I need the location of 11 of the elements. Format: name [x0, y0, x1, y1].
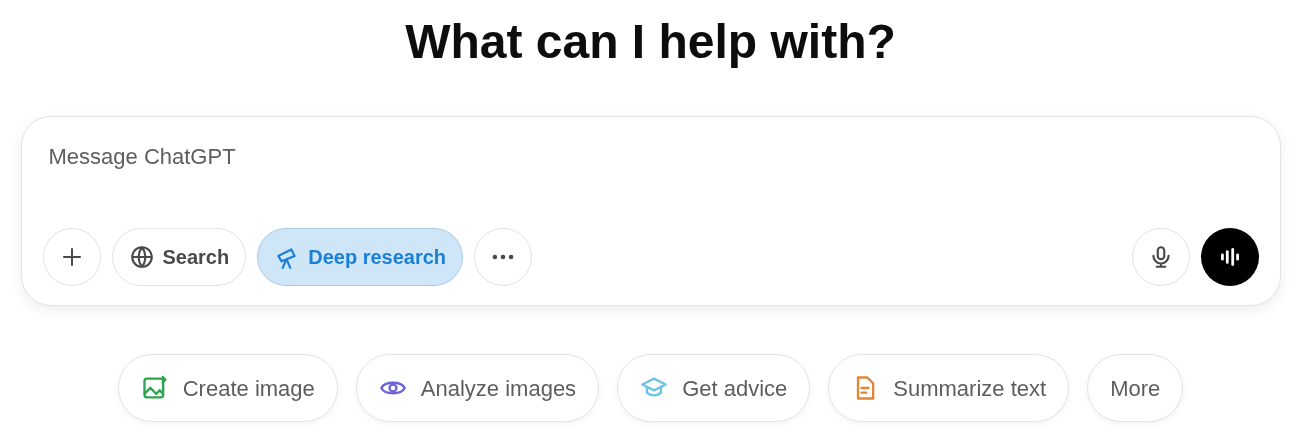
voice-mode-button[interactable] [1200, 228, 1259, 286]
globe-icon [128, 244, 155, 270]
heading: What can I help with? [405, 14, 896, 70]
suggestion-chip[interactable]: More [1087, 354, 1184, 422]
search-button[interactable]: Search [111, 228, 247, 286]
suggestion-chip[interactable]: Summarize text [828, 354, 1070, 422]
suggestion-chip[interactable]: Create image [117, 354, 338, 422]
suggestion-chip[interactable]: Analyze images [355, 354, 600, 422]
more-icon [492, 254, 515, 260]
suggestion-chip[interactable]: Get advice [617, 354, 811, 422]
message-input[interactable]: Message ChatGPT [48, 139, 649, 175]
